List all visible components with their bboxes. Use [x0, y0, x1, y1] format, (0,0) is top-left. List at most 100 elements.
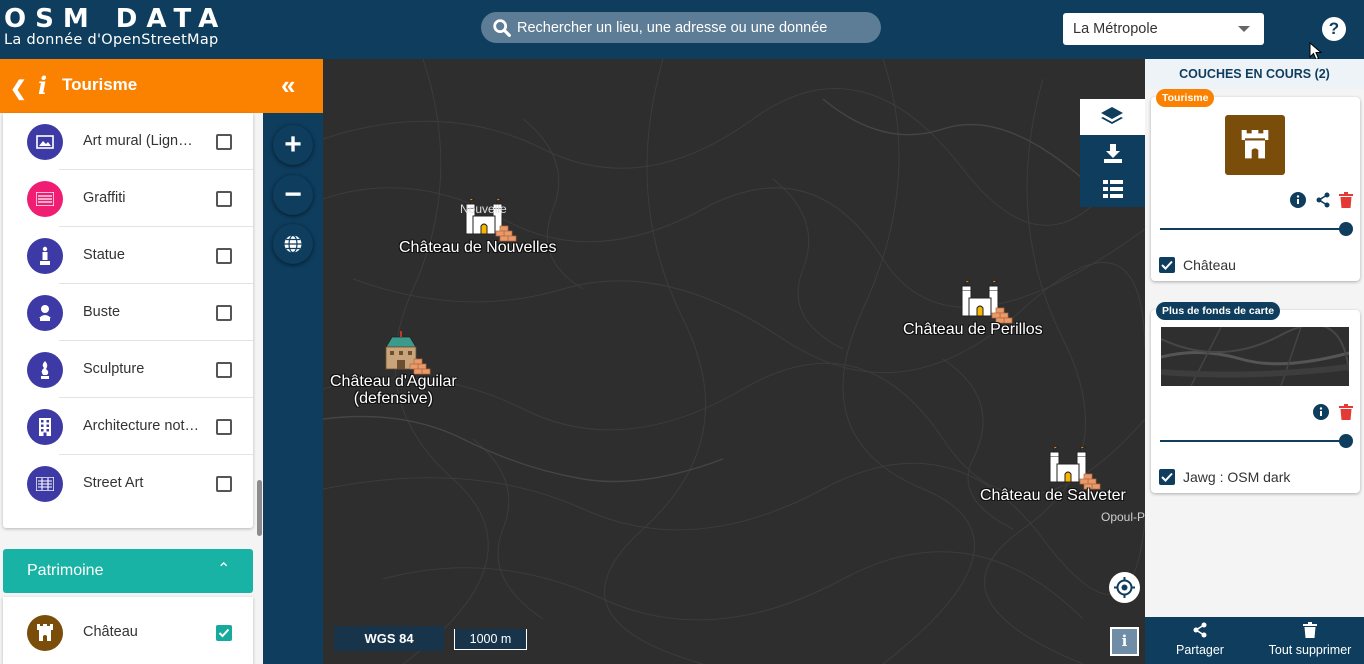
checkbox[interactable] — [1159, 257, 1175, 273]
region-select[interactable]: La Métropole — [1063, 13, 1264, 45]
search-icon — [493, 18, 511, 37]
list-item[interactable]: Architecture not… — [3, 398, 253, 455]
trash-icon — [1303, 622, 1317, 638]
globe-button[interactable] — [273, 224, 313, 264]
share-button[interactable]: Partager — [1165, 617, 1235, 664]
chevron-up-icon: ⌃ — [217, 561, 231, 578]
trash-icon[interactable] — [1339, 404, 1353, 420]
trash-icon[interactable] — [1339, 192, 1353, 208]
checkbox[interactable] — [1159, 469, 1175, 485]
scale-bar: 1000 m — [454, 629, 527, 650]
checkbox[interactable] — [216, 191, 232, 207]
opacity-slider[interactable] — [1160, 222, 1353, 236]
delete-all-label: Tout supprimer — [1268, 643, 1352, 657]
map-label[interactable]: Château de Perillos — [903, 321, 1043, 338]
share-icon[interactable] — [1315, 192, 1331, 208]
layers-icon — [1101, 107, 1123, 124]
delete-all-button[interactable]: Tout supprimer — [1262, 617, 1358, 664]
list-item[interactable]: Château — [3, 604, 253, 661]
list-item-label: Architecture not… — [83, 418, 200, 434]
checkbox[interactable] — [216, 476, 232, 492]
map-label[interactable]: Château de Salveter — [980, 487, 1126, 504]
layer-item-label: Château — [1183, 257, 1236, 273]
checkbox[interactable] — [216, 305, 232, 321]
building-icon — [27, 409, 63, 445]
search-input[interactable]: Rechercher un lieu, une adresse ou une d… — [481, 12, 881, 43]
map-place-label: Nouvelle — [460, 202, 507, 216]
checkbox[interactable] — [216, 134, 232, 150]
checkbox[interactable] — [216, 248, 232, 264]
map-toolbar-dark — [1080, 135, 1145, 207]
checkbox[interactable] — [216, 362, 232, 378]
info-icon[interactable] — [1313, 404, 1329, 420]
basemap-thumbnail — [1161, 327, 1349, 386]
logo-subtitle: La donnée d'OpenStreetMap — [4, 32, 219, 48]
chevron-down-icon — [1238, 26, 1250, 32]
map-place-label: Opoul-P — [1101, 510, 1145, 524]
castle-marker-icon[interactable] — [956, 278, 1014, 324]
section-header-patrimoine[interactable]: Patrimoine ⌃ — [3, 549, 253, 593]
app-logo[interactable]: OSM DATA La donnée d'OpenStreetMap — [4, 6, 227, 48]
left-panel-title: Tourisme — [62, 75, 138, 94]
fortress-marker-icon[interactable] — [380, 329, 434, 375]
projection-indicator: WGS 84 — [334, 626, 444, 651]
zoom-in-button[interactable]: + — [273, 125, 313, 165]
map-label[interactable]: Château de Nouvelles — [399, 239, 556, 256]
checkbox[interactable] — [216, 419, 232, 435]
sculpture-icon — [27, 352, 63, 388]
layer-tag: Tourisme — [1156, 89, 1215, 107]
region-selected-value: La Métropole — [1073, 21, 1158, 37]
scrollbar[interactable] — [257, 480, 262, 536]
globe-icon — [284, 234, 302, 254]
chevron-left-icon[interactable]: ❮ — [10, 76, 27, 101]
list-item[interactable]: Art mural (Lign… — [3, 113, 253, 170]
castle-marker-icon[interactable] — [1044, 444, 1102, 490]
street-art-icon — [27, 466, 63, 502]
locate-button[interactable] — [1109, 572, 1140, 603]
help-button[interactable]: ? — [1322, 17, 1346, 41]
layer-card: Plus de fonds de carte Jawg : OSM dark — [1151, 302, 1360, 493]
list-item[interactable]: Sculpture — [3, 341, 253, 398]
list-item-label: Street Art — [83, 475, 144, 491]
list-item[interactable]: Buste — [3, 284, 253, 341]
opacity-slider[interactable] — [1160, 434, 1353, 448]
castle-icon — [1225, 115, 1285, 175]
list-item-label: Sculpture — [83, 361, 145, 377]
list-item[interactable]: Street Art — [3, 455, 253, 512]
map-contours — [323, 59, 1145, 664]
list-item[interactable]: Graffiti — [3, 170, 253, 227]
section-title: Patrimoine — [27, 562, 104, 579]
list-item[interactable]: Statue — [3, 227, 253, 284]
slider-handle[interactable] — [1339, 434, 1353, 448]
mural-icon — [27, 124, 63, 160]
crosshair-icon — [1114, 577, 1135, 598]
logo-title: OSM DATA — [4, 4, 228, 34]
map-toolbar — [1080, 99, 1145, 207]
map-info-button[interactable]: i — [1110, 627, 1139, 656]
app-header: OSM DATA La donnée d'OpenStreetMap Reche… — [0, 0, 1364, 59]
layers-panel-title: COUCHES EN COURS (2) — [1145, 59, 1364, 89]
checkbox[interactable] — [216, 625, 232, 641]
info-icon: i — [38, 71, 48, 100]
section-list: Château — [3, 597, 253, 664]
table-icon[interactable] — [1103, 180, 1123, 198]
map-label[interactable]: Château d'Aguilar (defensive) — [330, 373, 457, 407]
bust-icon — [27, 295, 63, 331]
share-label: Partager — [1176, 643, 1224, 657]
layers-button[interactable] — [1080, 99, 1145, 135]
zoom-out-button[interactable]: − — [273, 175, 313, 215]
statue-icon — [27, 238, 63, 274]
download-icon[interactable] — [1103, 143, 1123, 163]
graffiti-icon — [27, 181, 63, 217]
list-item-label: Graffiti — [83, 190, 126, 206]
list-item-label: Buste — [83, 304, 121, 320]
double-chevron-left-icon[interactable]: « — [281, 70, 295, 101]
layer-item-label: Jawg : OSM dark — [1183, 469, 1291, 485]
share-icon — [1193, 622, 1207, 638]
info-icon[interactable] — [1290, 192, 1306, 208]
slider-handle[interactable] — [1339, 222, 1353, 236]
map-canvas[interactable]: Nouvelle Château de Nouvelles Château de… — [323, 59, 1145, 664]
castle-icon — [27, 615, 63, 651]
category-list: Art mural (Lign… Graffiti Statue Buste S… — [3, 113, 253, 528]
layers-panel-footer: Partager Tout supprimer — [1145, 617, 1364, 664]
